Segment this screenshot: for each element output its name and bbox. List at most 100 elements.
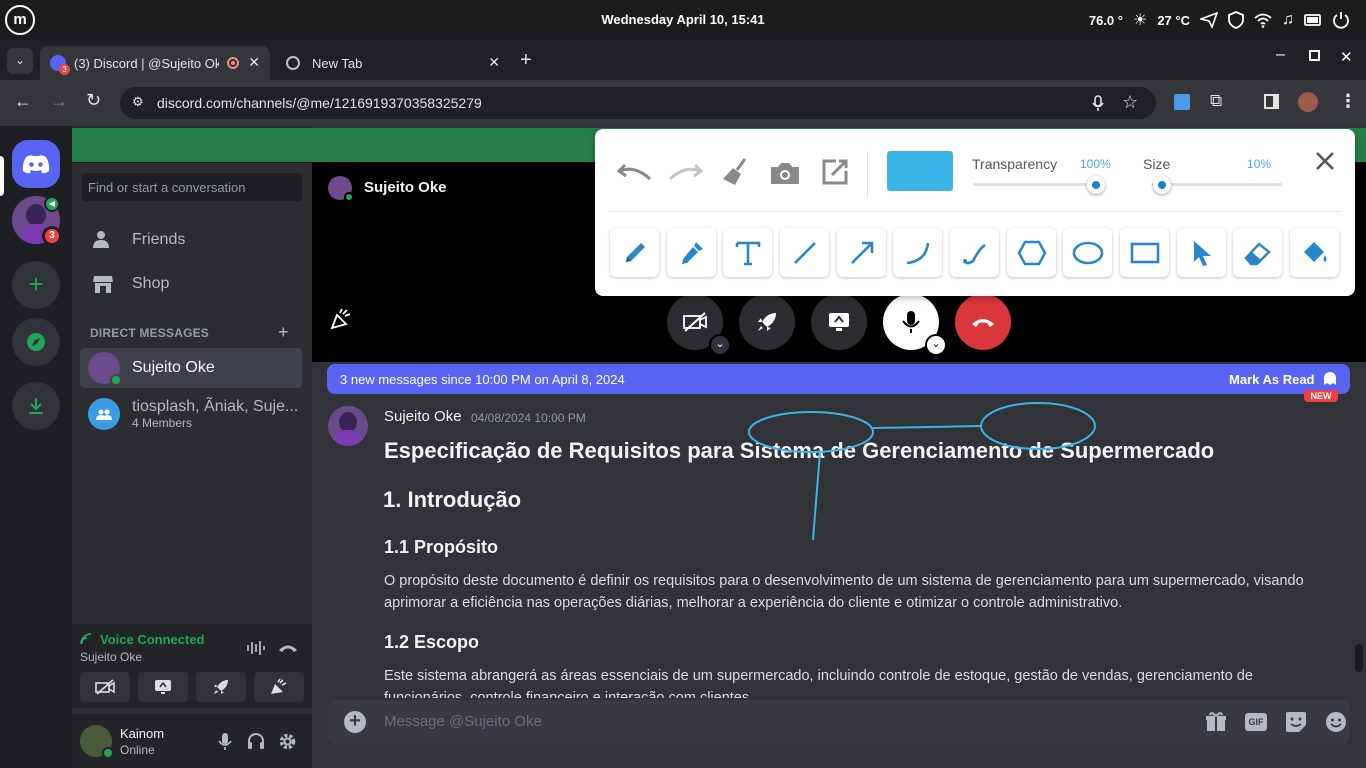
bookmark-star-icon[interactable]: ☆ (1122, 92, 1138, 113)
text-tool-button[interactable] (723, 228, 772, 277)
wifi-icon[interactable] (1254, 12, 1272, 28)
bezier-tool-button[interactable] (950, 228, 999, 277)
chevron-down-icon[interactable]: ⌄ (709, 334, 731, 356)
curve-tool-button[interactable] (893, 228, 942, 277)
disconnect-icon[interactable] (278, 643, 298, 653)
username[interactable]: Kainom (120, 726, 164, 741)
undo-icon[interactable] (617, 161, 653, 183)
close-icon[interactable] (1315, 151, 1335, 171)
message-input[interactable]: Message @Sujeito Oke (384, 713, 542, 730)
annotate-extension-icon[interactable] (1174, 94, 1190, 110)
download-apps-button[interactable] (12, 382, 60, 430)
transparency-slider[interactable] (973, 183, 1101, 186)
extensions-icon[interactable]: ⧉ (1210, 91, 1222, 111)
site-info-icon[interactable]: ⚙ (132, 94, 144, 110)
screen-share-button[interactable] (811, 294, 867, 350)
eraser-tool-button[interactable] (1233, 228, 1282, 277)
new-tab-button[interactable]: + (520, 49, 532, 72)
ellipse-tool-button[interactable] (1063, 228, 1112, 277)
reload-icon[interactable]: ↻ (86, 90, 101, 111)
dm-item-group[interactable]: tiosplash, Ãniak, Suje... 4 Members (80, 392, 302, 436)
shop-nav[interactable]: Shop (80, 264, 302, 304)
power-icon[interactable] (1332, 11, 1350, 29)
address-bar[interactable]: ⚙ discord.com/channels/@me/1216919370358… (120, 87, 1156, 119)
scrollbar-thumb[interactable] (1355, 644, 1363, 672)
shield-icon[interactable] (1228, 11, 1244, 29)
highlighter-tool-button[interactable] (667, 228, 716, 277)
maximize-icon[interactable] (1309, 50, 1320, 61)
pen-tool-button[interactable] (610, 228, 659, 277)
voice-channel[interactable]: Sujeito Oke (80, 650, 142, 664)
close-tab-icon[interactable]: ✕ (488, 54, 500, 71)
shop-icon (93, 276, 113, 293)
forward-icon[interactable]: → (50, 91, 68, 112)
redo-icon[interactable] (667, 161, 703, 183)
noise-suppression-icon[interactable] (246, 640, 266, 656)
emoji-icon[interactable] (1325, 711, 1347, 733)
user-avatar[interactable] (80, 725, 114, 759)
dm-item-sujeito-oke[interactable]: Sujeito Oke (80, 348, 302, 388)
back-icon[interactable]: ← (14, 91, 32, 112)
polygon-tool-button[interactable] (1007, 228, 1056, 277)
new-messages-bar[interactable]: 3 new messages since 10:00 PM on April 8… (327, 364, 1350, 394)
minimize-icon[interactable]: – (1276, 46, 1285, 64)
microphone-button[interactable]: ⌄ (883, 294, 947, 356)
member-count: 4 Members (132, 416, 193, 430)
message-heading-3b: 1.2 Escopo (384, 632, 480, 652)
paint-bucket-icon (1303, 241, 1326, 262)
profile-avatar[interactable] (1298, 92, 1318, 112)
chevron-down-icon[interactable]: ⌄ (925, 334, 947, 356)
screen-share-button[interactable] (138, 672, 188, 702)
fill-tool-button[interactable] (1290, 228, 1339, 277)
microphone-icon[interactable] (1092, 95, 1104, 112)
message-avatar[interactable] (328, 406, 368, 446)
add-server-button[interactable]: + (12, 261, 60, 309)
edit-export-icon[interactable] (820, 157, 850, 187)
close-window-icon[interactable]: ✕ (1340, 48, 1353, 66)
message-composer[interactable]: + Message @Sujeito Oke GIF (328, 700, 1350, 744)
line-tool-button[interactable] (780, 228, 829, 277)
leave-call-button[interactable] (955, 294, 1011, 350)
soundboard-icon[interactable] (330, 308, 352, 330)
camera-icon[interactable] (769, 160, 801, 186)
send-icon[interactable] (1200, 11, 1218, 29)
create-dm-button[interactable]: + (278, 322, 289, 343)
mark-as-read-button[interactable]: Mark As Read (1229, 372, 1315, 387)
rectangle-tool-button[interactable] (1120, 228, 1169, 277)
voice-status[interactable]: Voice Connected (100, 632, 205, 647)
music-icon[interactable]: ♫ (1282, 11, 1294, 29)
discover-button[interactable] (12, 318, 60, 366)
color-swatch[interactable] (887, 151, 953, 191)
message-timestamp: 04/08/2024 10:00 PM (471, 411, 586, 425)
video-toggle-button[interactable]: ⌄ (667, 294, 731, 356)
message-author[interactable]: Sujeito Oke (384, 408, 462, 425)
broom-icon[interactable] (721, 157, 751, 187)
browser-menu-icon[interactable]: ⋮ (1339, 91, 1357, 112)
select-tool-button[interactable] (1177, 228, 1226, 277)
sticker-icon[interactable] (1285, 711, 1307, 733)
video-off-button[interactable] (80, 672, 130, 702)
activity-button[interactable] (196, 672, 246, 702)
headphones-icon[interactable] (247, 732, 265, 750)
size-slider-handle[interactable] (1153, 176, 1171, 194)
close-tab-icon[interactable]: ✕ (248, 54, 260, 71)
soundboard-button[interactable] (254, 672, 304, 702)
tab-discord[interactable]: 3 (3) Discord | @Sujeito Ok ✕ (40, 46, 270, 80)
arrow-tool-button[interactable] (837, 228, 886, 277)
size-slider[interactable] (1152, 183, 1282, 186)
settings-gear-icon[interactable] (278, 732, 297, 751)
gift-icon[interactable] (1205, 711, 1227, 733)
gif-button[interactable]: GIF (1245, 713, 1267, 731)
tab-search-chevron-icon[interactable]: ⌄ (7, 48, 33, 74)
discord-home-button[interactable] (12, 140, 60, 188)
side-panel-icon[interactable] (1264, 94, 1279, 109)
friends-nav[interactable]: Friends (80, 220, 302, 260)
tab-new-tab[interactable]: New Tab ✕ (276, 46, 510, 80)
search-conversation-input[interactable]: Find or start a conversation (82, 173, 302, 201)
mute-microphone-icon[interactable] (218, 732, 232, 751)
transparency-slider-handle[interactable] (1087, 176, 1105, 194)
user-status: Online (120, 743, 155, 757)
battery-icon[interactable] (1304, 13, 1322, 27)
attach-plus-button[interactable]: + (344, 711, 366, 733)
activity-button[interactable] (739, 294, 795, 350)
